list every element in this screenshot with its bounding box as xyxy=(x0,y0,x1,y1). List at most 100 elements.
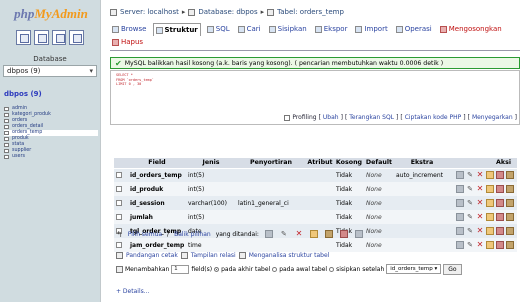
tab-browse[interactable]: Browse xyxy=(110,23,149,36)
field-count-input[interactable] xyxy=(171,264,190,274)
profiling-checkbox[interactable] xyxy=(284,114,291,121)
unique-icon[interactable] xyxy=(506,171,514,180)
tab-operasi[interactable]: Operasi xyxy=(394,23,434,36)
primary-selected-icon[interactable] xyxy=(309,230,318,238)
edit-icon[interactable]: ✎ xyxy=(466,171,474,179)
edit-icon[interactable]: ✎ xyxy=(466,185,474,193)
index-icon[interactable] xyxy=(496,185,504,193)
cell-field[interactable]: id_produk xyxy=(128,182,186,196)
cell-field[interactable]: id_orders_temp xyxy=(128,168,186,182)
edit-icon[interactable]: ✎ xyxy=(466,199,474,207)
delete-selected-icon[interactable]: ✕ xyxy=(295,230,303,238)
unique-icon[interactable] xyxy=(506,185,514,193)
database-select[interactable]: dbpos (9) ▾ xyxy=(3,65,97,77)
table-icon[interactable] xyxy=(4,119,9,123)
primary-key-icon[interactable] xyxy=(486,241,494,249)
database-link[interactable]: dbpos (9) xyxy=(4,90,42,98)
index-icon[interactable] xyxy=(496,227,504,235)
browse-distinct-icon[interactable] xyxy=(456,199,464,207)
row-checkbox[interactable] xyxy=(116,242,122,248)
unique-icon[interactable] xyxy=(506,213,514,221)
radio-after-field[interactable] xyxy=(329,266,335,272)
check-all-link[interactable]: Pilih semua xyxy=(128,231,162,238)
cell-field[interactable]: jam_order_temp xyxy=(128,238,186,252)
tab-import[interactable]: Import xyxy=(353,23,389,36)
table-icon[interactable] xyxy=(4,143,9,147)
relation-view-link[interactable]: Tampilan relasi xyxy=(191,252,236,259)
delete-icon[interactable]: ✕ xyxy=(476,171,484,179)
browse-distinct-icon[interactable] xyxy=(456,213,464,221)
details-link[interactable]: + Details... xyxy=(116,288,149,295)
tab-sisipkan[interactable]: Sisipkan xyxy=(267,23,309,36)
print-view-link[interactable]: Pandangan cetak xyxy=(126,252,178,259)
table-icon[interactable] xyxy=(4,149,9,153)
index-icon[interactable] xyxy=(496,199,504,207)
edit-icon[interactable]: ✎ xyxy=(466,213,474,221)
delete-icon[interactable]: ✕ xyxy=(476,227,484,235)
table-icon[interactable] xyxy=(4,155,9,159)
edit-selected-icon[interactable]: ✎ xyxy=(280,230,288,238)
cell-field[interactable]: jumlah xyxy=(128,210,186,224)
row-checkbox[interactable] xyxy=(116,214,122,220)
unique-icon[interactable] xyxy=(506,227,514,235)
index-icon[interactable] xyxy=(496,171,504,180)
delete-icon[interactable]: ✕ xyxy=(476,213,484,221)
radio-begin-of-table[interactable] xyxy=(272,266,278,272)
breadcrumb-table[interactable]: Tabel: orders_temp xyxy=(277,8,344,16)
primary-key-icon[interactable] xyxy=(486,185,494,193)
explain-sql-link[interactable]: Terangkan SQL xyxy=(349,114,394,121)
go-button[interactable]: Go xyxy=(443,263,462,275)
cell-field[interactable]: id_session xyxy=(128,196,186,210)
edit-icon[interactable]: ✎ xyxy=(466,227,474,235)
table-icon[interactable] xyxy=(4,131,9,135)
table-list-item[interactable]: users xyxy=(4,154,98,160)
tab-ekspor[interactable]: Ekspor xyxy=(313,23,350,36)
table-icon[interactable] xyxy=(4,125,9,129)
refresh-link[interactable]: Menyegarkan xyxy=(472,114,513,121)
after-field-select[interactable]: id_orders_temp ▾ xyxy=(386,264,442,274)
primary-key-icon[interactable] xyxy=(486,171,494,180)
primary-key-icon[interactable] xyxy=(486,227,494,235)
uncheck-all-link[interactable]: Balik pilihan xyxy=(174,231,211,238)
table-icon[interactable] xyxy=(4,113,9,117)
index-icon[interactable] xyxy=(496,241,504,249)
fulltext-selected-icon[interactable] xyxy=(354,230,363,238)
query-window-icon[interactable] xyxy=(33,30,49,45)
primary-key-icon[interactable] xyxy=(486,213,494,221)
table-icon[interactable] xyxy=(4,107,9,111)
browse-distinct-icon[interactable] xyxy=(456,185,464,193)
row-checkbox[interactable] xyxy=(116,172,122,179)
tab-struktur[interactable]: Struktur xyxy=(152,23,201,36)
table-icon[interactable] xyxy=(4,137,9,141)
tab-hapus[interactable]: Hapus xyxy=(110,36,145,49)
browse-distinct-icon[interactable] xyxy=(456,171,464,180)
home-icon[interactable] xyxy=(16,30,31,45)
unique-icon[interactable] xyxy=(506,241,514,249)
sql-docs-icon[interactable] xyxy=(69,30,84,45)
index-selected-icon[interactable] xyxy=(339,230,348,238)
propose-structure-link[interactable]: Menganalisa struktur tabel xyxy=(249,252,330,259)
browse-distinct-icon[interactable] xyxy=(456,227,464,235)
tab-cari[interactable]: Cari xyxy=(236,23,263,36)
index-icon[interactable] xyxy=(496,213,504,221)
tab-mengosongkan[interactable]: Mengosongkan xyxy=(438,23,504,36)
edit-query-link[interactable]: Ubah xyxy=(323,114,339,121)
delete-icon[interactable]: ✕ xyxy=(476,185,484,193)
delete-icon[interactable]: ✕ xyxy=(476,241,484,249)
delete-icon[interactable]: ✕ xyxy=(476,199,484,207)
radio-end-of-table[interactable] xyxy=(214,266,220,272)
phpmyadmin-logo[interactable]: phpMyAdmin xyxy=(7,6,95,22)
browse-distinct-icon[interactable] xyxy=(456,241,464,249)
breadcrumb-server[interactable]: Server: localhost xyxy=(120,8,179,16)
row-checkbox[interactable] xyxy=(116,186,122,192)
edit-icon[interactable]: ✎ xyxy=(466,241,474,249)
primary-key-icon[interactable] xyxy=(486,199,494,207)
docs-icon[interactable] xyxy=(51,30,67,45)
tab-sql[interactable]: SQL xyxy=(205,23,232,36)
breadcrumb-database[interactable]: Database: dbpos xyxy=(198,8,257,16)
unique-icon[interactable] xyxy=(506,199,514,207)
unique-selected-icon[interactable] xyxy=(324,230,333,238)
browse-selected-icon[interactable] xyxy=(264,230,273,238)
row-checkbox[interactable] xyxy=(116,200,122,206)
create-php-link[interactable]: Ciptakan kode PHP xyxy=(405,114,462,121)
